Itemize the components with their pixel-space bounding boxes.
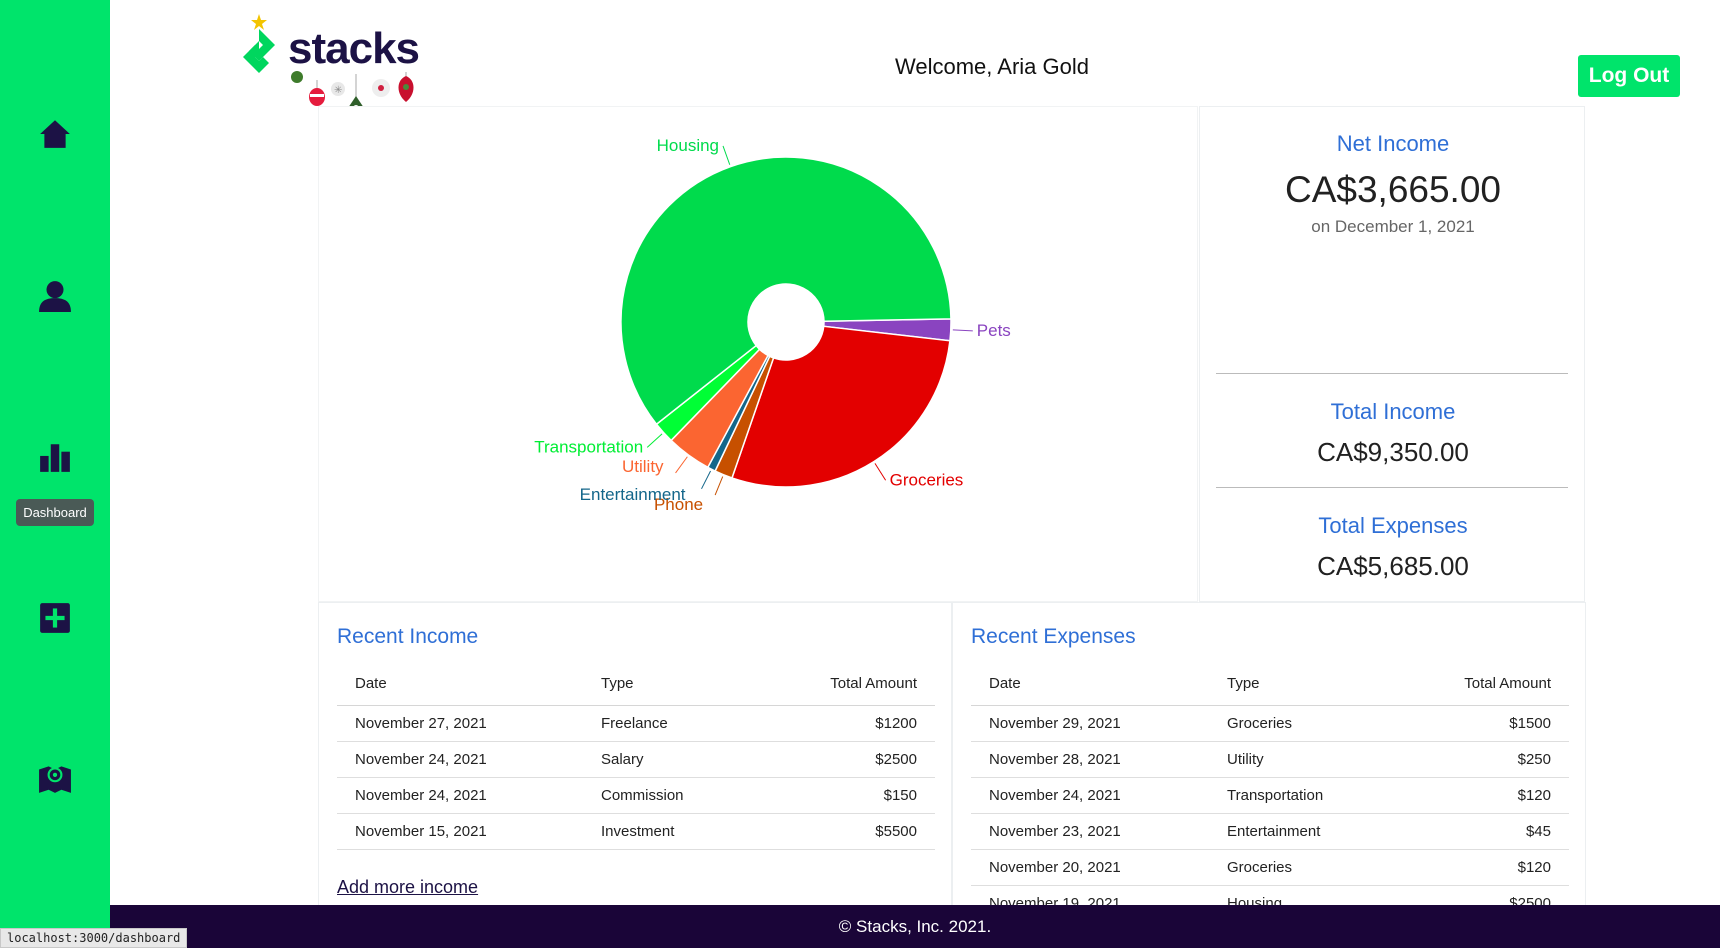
row-amount: $45 <box>1395 813 1569 850</box>
row-amount: $1500 <box>1395 705 1569 742</box>
table-row[interactable]: November 28, 2021 Utility $250 <box>971 741 1569 778</box>
row-amount: $1200 <box>755 705 935 742</box>
sidebar-item-map[interactable] <box>0 748 110 808</box>
pie-label-leader <box>874 463 887 481</box>
table-row[interactable]: November 20, 2021 Groceries $120 <box>971 849 1569 886</box>
table-row[interactable]: November 15, 2021 Investment $5500 <box>337 813 935 850</box>
expenses-chart-card: Pets Groceries Phone Entertainment Utility Tr… <box>318 106 1198 602</box>
user-icon <box>39 281 71 312</box>
pie-label-leader <box>675 456 688 474</box>
row-type: Investment <box>583 813 756 850</box>
map-icon <box>39 766 71 793</box>
sidebar-item-dashboard[interactable] <box>0 427 110 487</box>
footer: © Stacks, Inc. 2021. <box>110 905 1720 948</box>
pie-label-entertainment: Entertainment <box>580 485 686 504</box>
row-amount: $5500 <box>755 813 935 850</box>
column-header-date: Date <box>337 663 583 706</box>
row-type: Freelance <box>583 705 756 742</box>
net-income-title: Net Income <box>1336 131 1450 156</box>
pie-label-utility: Utility <box>622 457 664 476</box>
column-header-date: Date <box>971 663 1209 706</box>
recent-expenses-title: Recent Expenses <box>971 625 1136 648</box>
sidebar-item-add[interactable] <box>0 588 110 648</box>
table-row[interactable]: November 29, 2021 Groceries $1500 <box>971 705 1569 742</box>
row-date: November 20, 2021 <box>971 849 1209 886</box>
sidebar-item-profile[interactable] <box>0 266 110 326</box>
total-expenses-title: Total Expenses <box>1318 513 1468 538</box>
pie-label-leader <box>952 329 973 332</box>
row-date: November 27, 2021 <box>337 705 583 742</box>
recent-expenses-card: Recent Expenses Date Type Total Amount N… <box>952 602 1586 912</box>
pie-label-leader <box>701 470 711 490</box>
divider <box>1216 373 1568 374</box>
row-type: Transportation <box>1209 777 1396 814</box>
column-header-type: Type <box>1209 663 1396 706</box>
table-row[interactable]: November 27, 2021 Freelance $1200 <box>337 705 935 742</box>
summary-card: Net Income CA$3,665.00 on December 1, 20… <box>1199 106 1585 602</box>
row-date: November 24, 2021 <box>971 777 1209 814</box>
pie-slice-groceries[interactable] <box>731 325 951 488</box>
recent-income-table: Date Type Total Amount November 27, 2021… <box>337 663 935 850</box>
status-bar-url: localhost:3000/dashboard <box>0 928 188 948</box>
svg-text:✳: ✳ <box>334 85 342 96</box>
total-income-title: Total Income <box>1330 399 1456 424</box>
recent-income-title: Recent Income <box>337 625 479 648</box>
table-row[interactable]: November 24, 2021 Transportation $120 <box>971 777 1569 814</box>
sidebar-item-home[interactable] <box>0 104 110 164</box>
pie-label-pets: Pets <box>977 321 1011 340</box>
row-date: November 15, 2021 <box>337 813 583 850</box>
column-header-type: Type <box>583 663 756 706</box>
row-type: Commission <box>583 777 756 814</box>
column-header-amount: Total Amount <box>755 663 935 706</box>
row-type: Entertainment <box>1209 813 1396 850</box>
logo-text: stacks <box>288 24 420 73</box>
row-date: November 29, 2021 <box>971 705 1209 742</box>
recent-income-card: Recent Income Date Type Total Amount Nov… <box>318 602 952 912</box>
row-amount: $150 <box>755 777 935 814</box>
row-date: November 24, 2021 <box>337 777 583 814</box>
total-expenses-value: CA$5,685.00 <box>1317 551 1469 581</box>
pie-label-leader <box>722 145 731 165</box>
row-amount: $120 <box>1395 849 1569 886</box>
pie-label-leader <box>714 476 724 496</box>
welcome-message: Welcome, Aria Gold <box>895 54 1090 79</box>
column-header-amount: Total Amount <box>1395 663 1569 706</box>
row-type: Groceries <box>1209 849 1396 886</box>
plus-square-icon <box>40 603 70 633</box>
table-row[interactable]: November 23, 2021 Entertainment $45 <box>971 813 1569 850</box>
row-date: November 28, 2021 <box>971 741 1209 778</box>
pie-label-housing: Housing <box>657 136 719 155</box>
row-type: Utility <box>1209 741 1396 778</box>
table-header-row: Date Type Total Amount <box>337 663 935 706</box>
table-row[interactable]: November 24, 2021 Commission $150 <box>337 777 935 814</box>
dashboard-tooltip: Dashboard <box>16 499 94 526</box>
pie-label-leader <box>646 433 663 448</box>
row-amount: $2500 <box>755 741 935 778</box>
logout-button[interactable]: Log Out <box>1578 55 1680 97</box>
recent-expenses-table: Date Type Total Amount November 29, 2021… <box>971 663 1569 911</box>
pie-label-groceries: Groceries <box>890 470 964 489</box>
row-amount: $120 <box>1395 777 1569 814</box>
pie-label-transportation: Transportation <box>534 437 643 456</box>
table-header-row: Date Type Total Amount <box>971 663 1569 706</box>
total-income-value: CA$9,350.00 <box>1317 437 1469 467</box>
add-more-income-link[interactable]: Add more income <box>337 877 478 898</box>
row-type: Salary <box>583 741 756 778</box>
table-row[interactable]: November 24, 2021 Salary $2500 <box>337 741 935 778</box>
bar-chart-icon <box>40 444 70 472</box>
net-income-date: on December 1, 2021 <box>1311 217 1475 236</box>
expenses-pie-chart[interactable]: PetsGroceriesPhoneEntertainmentUtilityTr… <box>319 107 1199 603</box>
row-type: Groceries <box>1209 705 1396 742</box>
net-income-value: CA$3,665.00 <box>1284 169 1501 210</box>
sidebar: Dashboard <box>0 0 110 948</box>
home-icon <box>40 120 70 148</box>
row-amount: $250 <box>1395 741 1569 778</box>
divider <box>1216 487 1568 488</box>
row-date: November 23, 2021 <box>971 813 1209 850</box>
row-date: November 24, 2021 <box>337 741 583 778</box>
